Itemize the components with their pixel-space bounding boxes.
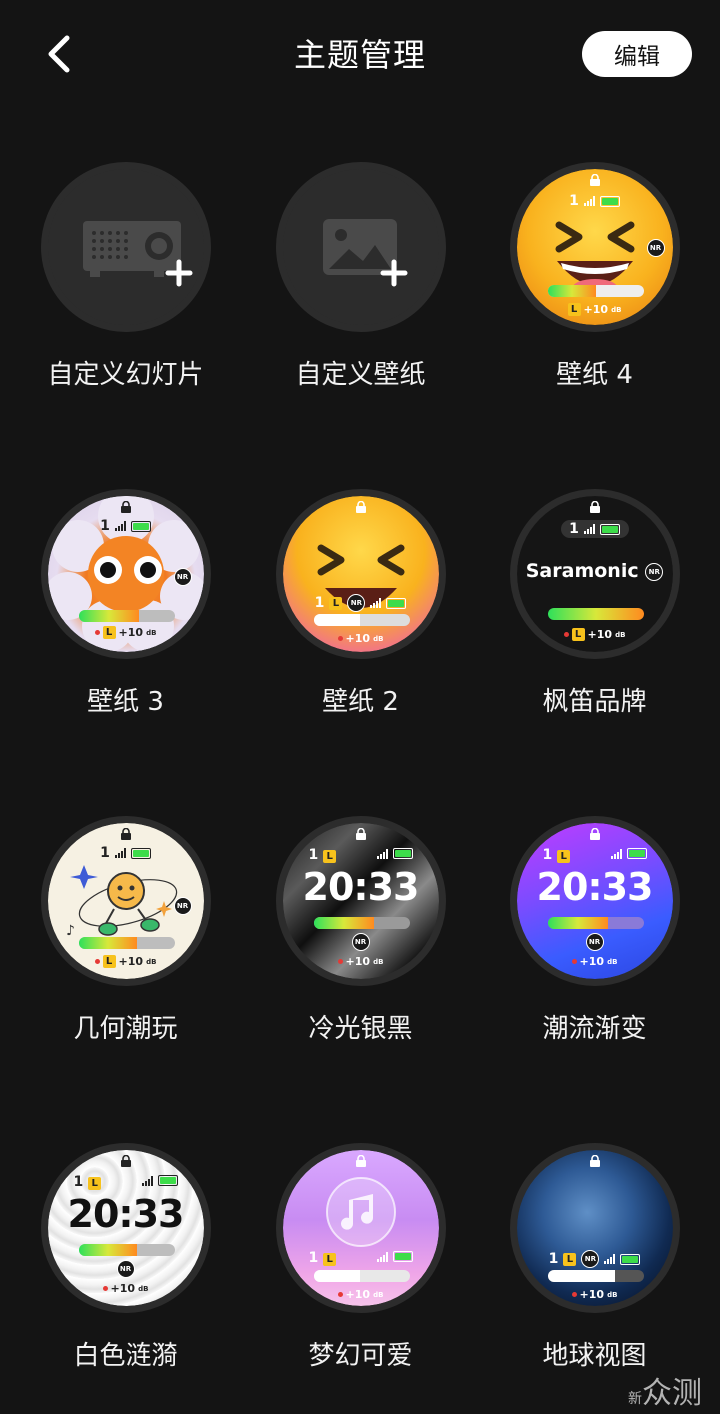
theme-item-custom-slideshow[interactable]: 自定义幻灯片: [8, 162, 243, 422]
signal-icon: [610, 849, 622, 859]
nr-badge: NR: [646, 239, 665, 257]
gain-readout: L +10 dB: [48, 626, 204, 639]
gain-readout: +10 dB: [48, 1282, 204, 1295]
theme-preview[interactable]: ♪ 1 NR L +10 dB: [40, 816, 211, 986]
signal-icon: [376, 1252, 388, 1262]
lock-icon: [589, 1155, 600, 1167]
svg-text:♪: ♪: [66, 923, 75, 939]
theme-preview[interactable]: [275, 162, 446, 332]
theme-item-wallpaper-4[interactable]: 1 NR L +10 dB 壁纸 4: [477, 162, 712, 422]
theme-preview[interactable]: [40, 162, 211, 332]
theme-preview[interactable]: 1 NR L +10 dB: [40, 489, 211, 659]
theme-label: 自定义壁纸: [295, 360, 426, 390]
laughing-emoji-face: [317, 544, 404, 608]
lock-icon: [120, 1155, 131, 1167]
gain-readout: +10 dB: [283, 955, 439, 968]
battery-icon: [157, 1175, 178, 1186]
clock-time: 20:33: [302, 865, 420, 909]
battery-icon: [626, 848, 647, 859]
nr-badge: NR: [173, 897, 192, 915]
theme-item-wallpaper-3[interactable]: 1 NR L +10 dB 壁纸 3: [8, 489, 243, 749]
gain-readout: L +10 dB: [517, 303, 673, 316]
battery-icon: [392, 1251, 413, 1262]
music-bubble-illustration: [325, 1177, 396, 1247]
image-add-icon: [322, 219, 407, 287]
theme-preview[interactable]: 1 L +10 dB: [275, 1143, 446, 1313]
theme-item-white-ripple[interactable]: 1 L 20:33 NR +10 dB 白色涟漪: [8, 1143, 243, 1403]
lock-icon: [355, 1155, 366, 1167]
theme-preview[interactable]: 1 L NR +10 dB: [275, 489, 446, 659]
theme-label: 自定义幻灯片: [47, 360, 204, 390]
signal-icon: [114, 521, 126, 531]
watermark: 新众测: [628, 1376, 702, 1411]
clock-time: 20:33: [67, 1192, 185, 1236]
theme-preview[interactable]: 1 L 20:33 NR +10 dB: [509, 816, 680, 986]
gain-readout: +10 dB: [517, 1288, 673, 1301]
edit-button[interactable]: 编辑: [582, 31, 692, 77]
nr-badge: NR: [351, 933, 370, 951]
battery-icon: [386, 597, 407, 609]
brand-logo: Saramonic NR: [517, 560, 673, 582]
theme-item-cool-silver-black[interactable]: 1 L 20:33 NR +10 dB 冷光银黑: [243, 816, 478, 1076]
theme-preview[interactable]: 1 L NR +10 dB: [509, 1143, 680, 1313]
theme-item-earth-view[interactable]: 1 L NR +10 dB 地球视图: [477, 1143, 712, 1403]
theme-item-custom-wallpaper[interactable]: 自定义壁纸: [243, 162, 478, 422]
signal-icon: [376, 849, 388, 859]
signal-icon: [370, 598, 382, 608]
theme-label: 壁纸 4: [556, 360, 633, 390]
theme-preview[interactable]: 1 L 20:33 NR +10 dB: [40, 1143, 211, 1313]
projector-icon: [82, 221, 192, 287]
theme-item-dreamy-cute[interactable]: 1 L +10 dB 梦幻可爱: [243, 1143, 478, 1403]
battery-icon: [392, 848, 413, 859]
signal-icon: [604, 1254, 616, 1264]
signal-icon: [141, 1176, 153, 1186]
gain-readout: +10 dB: [517, 955, 673, 968]
theme-label: 壁纸 3: [87, 687, 164, 717]
gain-readout: +10 dB: [283, 1288, 439, 1301]
battery-icon: [130, 847, 151, 859]
battery-icon: [130, 520, 151, 532]
lock-icon: [355, 828, 366, 840]
signal-icon: [583, 524, 595, 534]
nr-badge: NR: [581, 1250, 600, 1268]
theme-item-trendy-gradient[interactable]: 1 L 20:33 NR +10 dB 潮流渐变: [477, 816, 712, 1076]
gain-readout: L +10 dB: [48, 955, 204, 968]
lock-icon: [120, 501, 131, 513]
theme-label: 冷光银黑: [308, 1014, 413, 1044]
battery-icon: [620, 1253, 641, 1265]
theme-preview[interactable]: 1 L 20:33 NR +10 dB: [275, 816, 446, 986]
lock-icon: [355, 501, 366, 513]
theme-label: 几何潮玩: [73, 1014, 178, 1044]
battery-icon: [599, 523, 620, 535]
signal-icon: [114, 848, 126, 858]
gain-readout: +10 dB: [283, 632, 439, 645]
nr-badge: NR: [173, 568, 192, 586]
theme-preview[interactable]: 1 NR L +10 dB: [509, 162, 680, 332]
top-bar: 主题管理 编辑: [0, 0, 720, 110]
nr-badge: NR: [585, 933, 604, 951]
theme-label: 壁纸 2: [322, 687, 399, 717]
theme-item-geometric-toy[interactable]: ♪ 1 NR L +10 dB 几何潮玩: [8, 816, 243, 1076]
lock-icon: [589, 501, 600, 513]
lock-icon: [120, 828, 131, 840]
gain-readout: L +10 dB: [517, 628, 673, 641]
theme-label: 梦幻可爱: [308, 1341, 413, 1371]
theme-item-wallpaper-2[interactable]: 1 L NR +10 dB 壁纸 2: [243, 489, 478, 749]
theme-label: 枫笛品牌: [542, 687, 647, 717]
clock-time: 20:33: [536, 865, 654, 909]
theme-preview[interactable]: 1 Saramonic NR L +10 dB: [509, 489, 680, 659]
nr-badge: NR: [347, 594, 366, 612]
theme-label: 潮流渐变: [542, 1014, 647, 1044]
theme-item-brand[interactable]: 1 Saramonic NR L +10 dB 枫笛品牌: [477, 489, 712, 749]
lock-icon: [589, 828, 600, 840]
theme-label: 白色涟漪: [73, 1341, 178, 1371]
nr-badge: NR: [116, 1260, 135, 1278]
theme-label: 地球视图: [542, 1341, 647, 1371]
